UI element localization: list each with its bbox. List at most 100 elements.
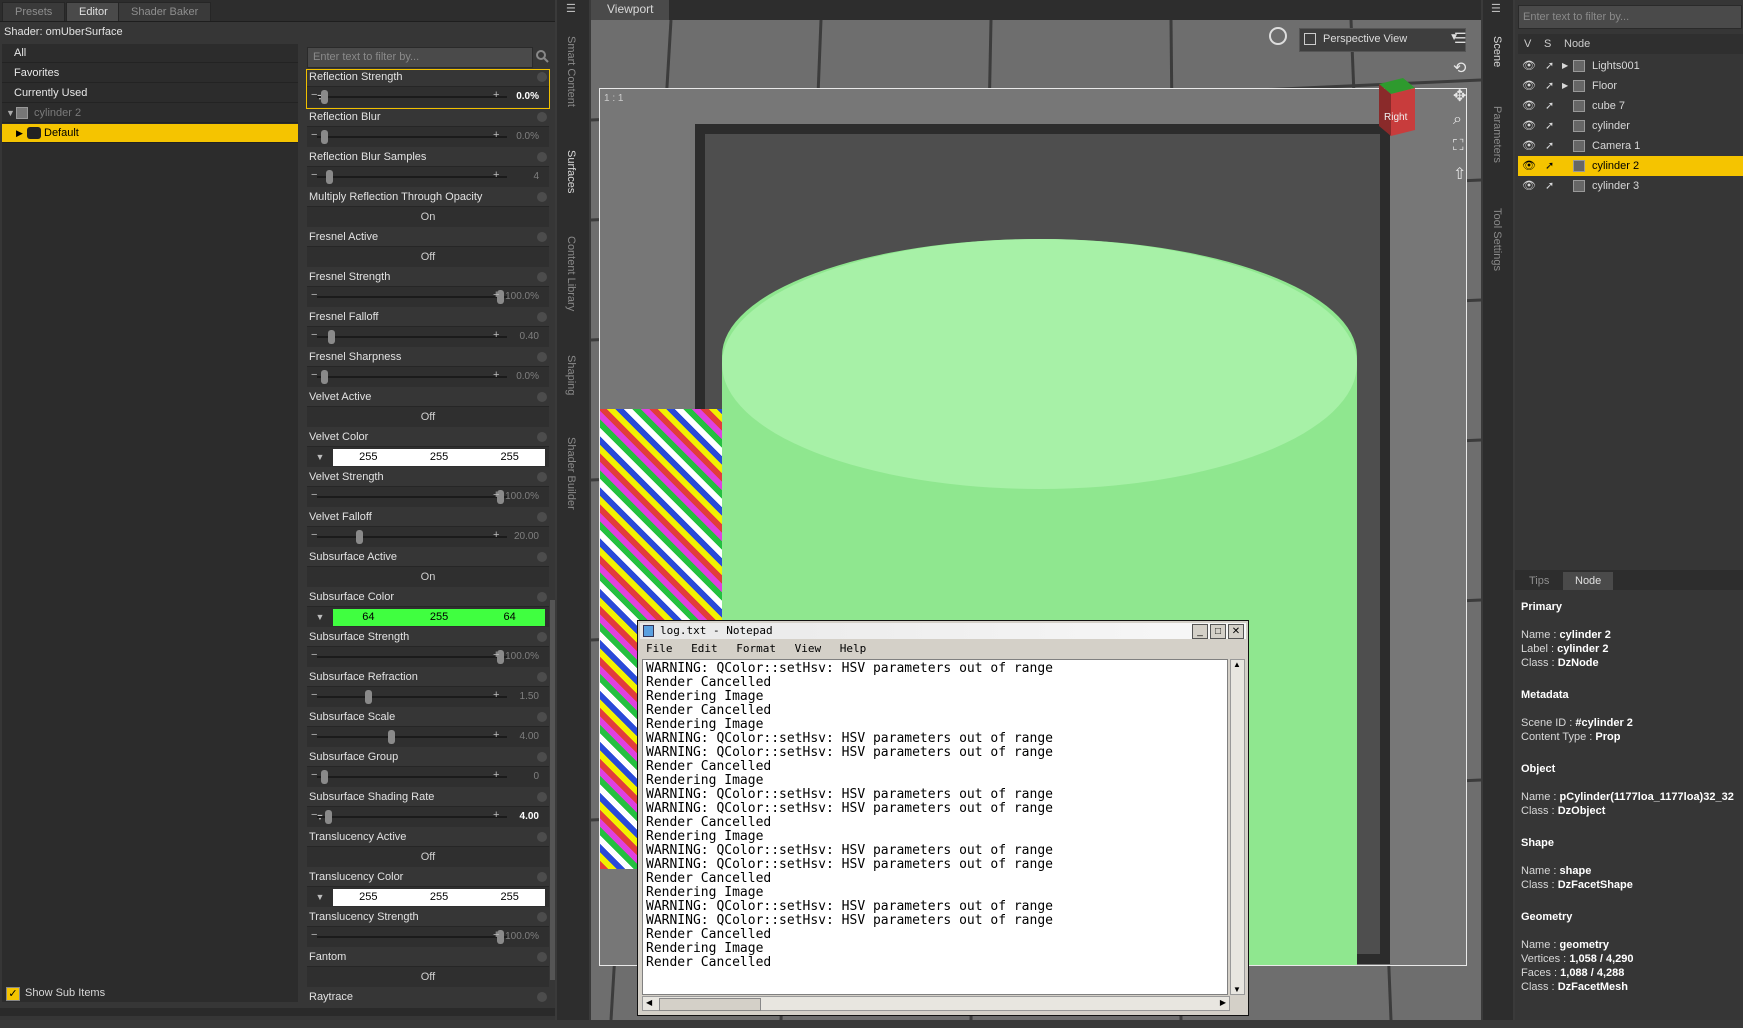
tab-node[interactable]: Node bbox=[1563, 572, 1614, 590]
plus-icon[interactable]: + bbox=[493, 89, 499, 101]
notepad-text-area[interactable]: WARNING: QColor::setHsv: HSV parameters … bbox=[642, 659, 1228, 995]
toggle-value[interactable]: Off bbox=[307, 407, 549, 427]
pan-icon[interactable]: ✥ bbox=[1453, 86, 1466, 106]
eye-icon[interactable]: 👁 bbox=[1522, 56, 1536, 76]
property-value[interactable]: 0.40 bbox=[520, 331, 539, 342]
gear-icon[interactable] bbox=[537, 232, 547, 242]
viewport-menu-icon[interactable]: ☰ bbox=[1454, 30, 1467, 47]
scroll-left-icon[interactable]: ◀ bbox=[646, 998, 652, 1007]
color-channel[interactable]: 255 bbox=[404, 609, 475, 626]
property-value[interactable]: 0.0% bbox=[516, 371, 539, 382]
minus-icon[interactable]: − bbox=[311, 169, 317, 181]
property-color[interactable]: ▼ 64 255 64 bbox=[307, 606, 549, 627]
show-sub-items-checkbox[interactable]: ✓ bbox=[6, 987, 20, 1001]
scene-node-cylinder-2[interactable]: 👁 ➚ cylinder 2 bbox=[1518, 156, 1743, 176]
minus-icon[interactable]: − bbox=[311, 369, 317, 381]
minus-icon[interactable]: − bbox=[311, 649, 317, 661]
expand-arrow-icon[interactable]: ▼ bbox=[6, 104, 15, 123]
plus-icon[interactable]: + bbox=[493, 169, 499, 181]
tab-presets[interactable]: Presets bbox=[2, 2, 66, 21]
scroll-right-icon[interactable]: ▶ bbox=[1220, 998, 1226, 1007]
gear-icon[interactable] bbox=[537, 512, 547, 522]
property-slider[interactable]: ▼−+4.00 bbox=[307, 806, 549, 827]
property-value[interactable]: 4.00 bbox=[520, 811, 539, 822]
slider-track[interactable] bbox=[317, 376, 507, 378]
color-channel[interactable]: 255 bbox=[404, 449, 475, 466]
gear-icon[interactable] bbox=[537, 632, 547, 642]
scene-node-floor[interactable]: 👁 ➚ ▶ Floor bbox=[1518, 76, 1743, 96]
eye-icon[interactable]: 👁 bbox=[1522, 176, 1536, 196]
property-value[interactable]: 1.50 bbox=[520, 691, 539, 702]
scene-node-cylinder-3[interactable]: 👁 ➚ cylinder 3 bbox=[1518, 176, 1743, 196]
tree-item-favorites[interactable]: Favorites bbox=[2, 64, 298, 83]
column-visible[interactable]: V bbox=[1524, 38, 1531, 50]
gear-icon[interactable] bbox=[537, 352, 547, 362]
menu-icon[interactable]: ☰ bbox=[566, 2, 580, 15]
scene-filter-input[interactable]: Enter text to filter by... bbox=[1518, 5, 1742, 29]
color-channel[interactable]: 64 bbox=[333, 609, 404, 626]
property-slider[interactable]: − +0.0% bbox=[307, 366, 549, 387]
plus-icon[interactable]: + bbox=[493, 489, 499, 501]
gear-icon[interactable] bbox=[537, 192, 547, 202]
gear-icon[interactable] bbox=[537, 152, 547, 162]
property-color[interactable]: ▼ 255 255 255 bbox=[307, 886, 549, 907]
gear-icon[interactable] bbox=[537, 872, 547, 882]
zoom-icon[interactable]: ⌕ bbox=[1453, 111, 1462, 129]
scene-node-cylinder[interactable]: 👁 ➚ cylinder bbox=[1518, 116, 1743, 136]
tree-item-cylinder-2[interactable]: ▼ cylinder 2 bbox=[2, 104, 298, 123]
tab-surfaces[interactable]: Surfaces bbox=[565, 150, 577, 193]
minus-icon[interactable]: − bbox=[311, 129, 317, 141]
expand-arrow-icon[interactable]: ▶ bbox=[1562, 56, 1568, 76]
color-channel[interactable]: 64 bbox=[474, 609, 545, 626]
plus-icon[interactable]: + bbox=[493, 689, 499, 701]
property-slider[interactable]: − +100.0% bbox=[307, 926, 549, 947]
plus-icon[interactable]: + bbox=[493, 729, 499, 741]
gear-icon[interactable] bbox=[537, 592, 547, 602]
menu-format[interactable]: Format bbox=[736, 642, 776, 655]
slider-track[interactable] bbox=[317, 496, 507, 498]
slider-handle[interactable] bbox=[388, 730, 395, 744]
property-slider[interactable]: − +1.50 bbox=[307, 686, 549, 707]
minus-icon[interactable]: − bbox=[311, 289, 317, 301]
slider-track[interactable] bbox=[317, 296, 507, 298]
menu-view[interactable]: View bbox=[795, 642, 822, 655]
menu-file[interactable]: File bbox=[646, 642, 673, 655]
gear-icon[interactable] bbox=[537, 312, 547, 322]
menu-icon[interactable]: ☰ bbox=[1491, 2, 1501, 15]
gear-icon[interactable] bbox=[537, 832, 547, 842]
slider-track[interactable] bbox=[317, 936, 507, 938]
expand-arrow-icon[interactable]: ▶ bbox=[16, 124, 23, 143]
color-swatch[interactable]: 255 255 255 bbox=[333, 449, 545, 466]
tab-editor[interactable]: Editor bbox=[66, 2, 121, 21]
plus-icon[interactable]: + bbox=[493, 369, 499, 381]
property-slider[interactable]: − +0.40 bbox=[307, 326, 549, 347]
slider-track[interactable] bbox=[317, 136, 507, 138]
plus-icon[interactable]: + bbox=[493, 129, 499, 141]
reset-view-icon[interactable]: ⇧ bbox=[1453, 164, 1466, 184]
zoom-camera-icon[interactable] bbox=[1268, 26, 1292, 50]
property-color[interactable]: ▼ 255 255 255 bbox=[307, 446, 549, 467]
tab-shaping[interactable]: Shaping bbox=[565, 355, 577, 395]
gear-icon[interactable] bbox=[537, 112, 547, 122]
tab-smart-content[interactable]: Smart Content bbox=[565, 36, 577, 107]
property-toggle[interactable]: On bbox=[307, 206, 549, 227]
toggle-value[interactable]: Off bbox=[307, 247, 549, 267]
minus-icon[interactable]: − bbox=[311, 929, 317, 941]
property-value[interactable]: 100.0% bbox=[505, 931, 539, 942]
property-value[interactable]: 100.0% bbox=[505, 651, 539, 662]
property-value[interactable]: 0 bbox=[533, 771, 539, 782]
slider-track[interactable] bbox=[317, 176, 507, 178]
dropdown-icon[interactable]: ▼ bbox=[311, 609, 329, 626]
tab-shader-builder[interactable]: Shader Builder bbox=[565, 437, 577, 510]
slider-handle[interactable] bbox=[321, 370, 328, 384]
property-slider[interactable]: ▼−+0.0% bbox=[307, 86, 549, 107]
gear-icon[interactable] bbox=[537, 392, 547, 402]
minus-icon[interactable]: − bbox=[311, 529, 317, 541]
scroll-up-icon[interactable]: ▲ bbox=[1233, 660, 1241, 669]
property-value[interactable]: 20.00 bbox=[514, 531, 539, 542]
minus-icon[interactable]: − bbox=[311, 769, 317, 781]
frame-icon[interactable]: ⛶ bbox=[1453, 137, 1464, 154]
slider-handle[interactable] bbox=[326, 170, 333, 184]
plus-icon[interactable]: + bbox=[493, 929, 499, 941]
eye-icon[interactable]: 👁 bbox=[1522, 156, 1536, 176]
